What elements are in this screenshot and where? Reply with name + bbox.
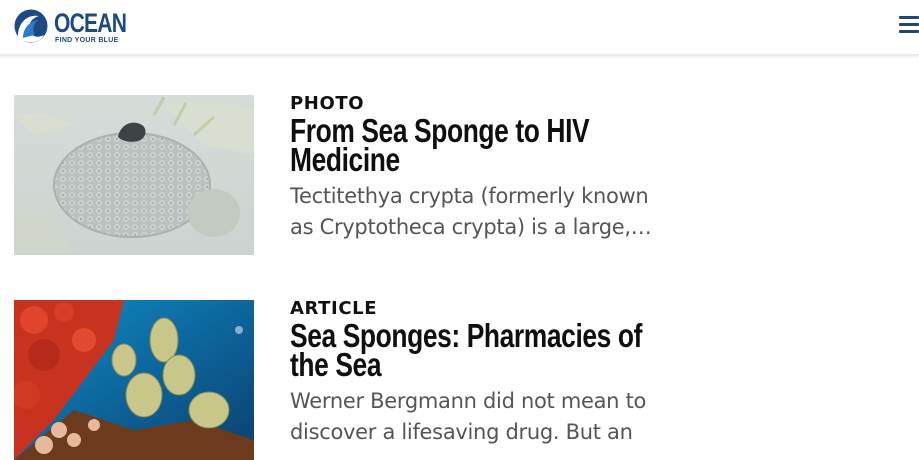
article-type-label: ARTICLE [290,298,378,319]
article-type-label: PHOTO [290,93,365,114]
hamburger-menu-icon[interactable] [897,15,919,35]
site-header: OCEAN FIND YOUR BLUE [0,0,919,55]
site-logo[interactable]: OCEAN FIND YOUR BLUE [14,8,134,46]
wave-logo-icon [14,9,48,43]
article-text: PHOTO From Sea Sponge to HIV Medicine Te… [290,93,670,243]
article-text: ARTICLE Sea Sponges: Pharmacies of the S… [290,298,670,448]
article-title-link[interactable]: From Sea Sponge to HIV Medicine [290,114,666,176]
logo-tagline: FIND YOUR BLUE [55,37,119,44]
article-excerpt: Tectitethya crypta (formerly known as Cr… [290,184,652,239]
logo-title: OCEAN [54,8,127,38]
article-title-link[interactable]: Sea Sponges: Pharmacies of the Sea [290,319,666,381]
coral-reef-photo[interactable] [14,300,254,460]
sea-sponge-photo[interactable] [14,95,254,255]
article-excerpt: Werner Bergmann did not mean to discover… [290,389,647,444]
